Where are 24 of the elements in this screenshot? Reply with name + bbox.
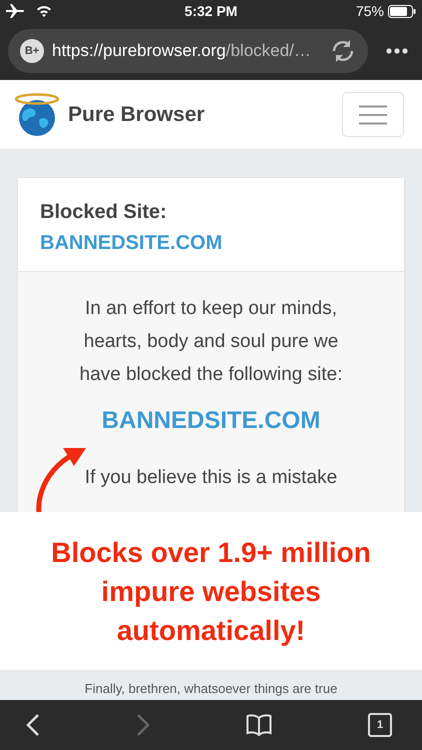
promo-text: Blocks over 1.9+ million impure websites automatically! [50,536,372,648]
url-text: https://purebrowser.org/blocked/… [52,41,312,61]
book-icon[interactable] [246,714,272,736]
wifi-icon [36,5,52,17]
battery-icon [388,4,416,18]
tab-count-button[interactable]: 1 [368,713,392,737]
address-bar[interactable]: B+ https://purebrowser.org/blocked/… [8,29,368,73]
quote-text: Finally, brethren, whatsoever things are true [84,680,338,696]
airplane-icon [6,4,26,18]
clock-time: 5:32 PM [184,3,238,19]
battery-percent: 75% [356,3,384,19]
menu-icon [359,104,387,124]
back-icon[interactable] [26,713,40,737]
more-icon[interactable] [386,48,408,54]
forward-icon[interactable] [136,713,150,737]
card-title: Blocked Site: [40,201,168,224]
block-message: In an effort to keep our minds, hearts, body and soul pure we have blocked the following site: [78,297,344,387]
globe-logo-icon [14,92,60,136]
menu-button[interactable] [342,92,404,137]
site-logo: B+ [20,39,44,63]
mistake-note: If you believe this is a mistake [84,466,338,490]
reload-icon[interactable] [330,39,356,63]
blocked-domain: BANNEDSITE.COM [40,232,224,255]
blocked-domain: BANNEDSITE.COM [100,407,322,435]
